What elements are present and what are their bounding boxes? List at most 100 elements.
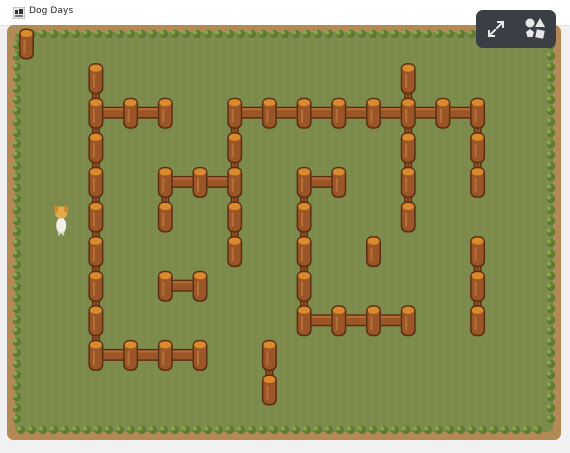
- bush-tuft: [12, 205, 22, 215]
- bush-tuft: [12, 282, 22, 292]
- fence-post: [88, 132, 104, 164]
- bush-tuft: [203, 425, 213, 435]
- fence-post: [88, 236, 104, 268]
- bush-tuft: [546, 403, 556, 413]
- bush-tuft: [12, 238, 22, 248]
- fence-post: [435, 97, 451, 129]
- bush-tuft: [27, 425, 37, 435]
- fence-post: [400, 132, 416, 164]
- fullscreen-button[interactable]: [481, 14, 511, 44]
- bush-tuft: [115, 29, 125, 39]
- bush-tuft: [546, 282, 556, 292]
- bush-tuft: [368, 29, 378, 39]
- bush-tuft: [12, 271, 22, 281]
- bush-tuft: [511, 425, 521, 435]
- bush-tuft: [368, 425, 378, 435]
- game-board[interactable]: [7, 25, 561, 440]
- fence-post: [157, 201, 173, 233]
- fence-post: [366, 305, 381, 337]
- bush-tuft: [12, 106, 22, 116]
- bush-tuft: [280, 29, 290, 39]
- fence-post: [157, 339, 173, 371]
- bush-tuft: [291, 29, 301, 39]
- bush-tuft: [104, 29, 114, 39]
- bush-tuft: [38, 29, 48, 39]
- bush-tuft: [269, 29, 279, 39]
- bush-tuft: [489, 425, 499, 435]
- bush-tuft: [203, 29, 213, 39]
- game-canvas[interactable]: [7, 25, 561, 440]
- bush-tuft: [214, 29, 224, 39]
- bush-tuft: [60, 425, 70, 435]
- fence-post: [331, 305, 347, 337]
- bush-tuft: [546, 304, 556, 314]
- bush-tuft: [148, 425, 158, 435]
- expand-arrows-icon: [487, 20, 505, 38]
- fence-post: [261, 374, 277, 406]
- bush-tuft: [12, 392, 22, 402]
- bush-tuft: [126, 425, 136, 435]
- bush-tuft: [546, 414, 556, 424]
- bush-tuft: [137, 29, 147, 39]
- bush-tuft: [546, 128, 556, 138]
- bush-tuft: [434, 425, 444, 435]
- fence-post: [331, 97, 347, 129]
- fence-post: [227, 132, 243, 164]
- bush-tuft: [12, 370, 22, 380]
- bush-tuft: [324, 29, 334, 39]
- fence-post: [366, 97, 381, 129]
- bush-tuft: [137, 425, 147, 435]
- fence-post: [192, 166, 208, 198]
- bush-tuft: [546, 62, 556, 72]
- bush-tuft: [423, 425, 433, 435]
- bush-tuft: [170, 29, 180, 39]
- bush-tuft: [115, 425, 125, 435]
- fence-post: [192, 270, 208, 302]
- fence-post: [296, 201, 312, 233]
- bush-tuft: [12, 293, 22, 303]
- bush-tuft: [71, 29, 81, 39]
- bush-tuft: [16, 425, 26, 435]
- bush-tuft: [12, 337, 22, 347]
- bush-tuft: [467, 425, 477, 435]
- bush-tuft: [12, 216, 22, 226]
- bush-tuft: [357, 29, 367, 39]
- bush-tuft: [258, 29, 268, 39]
- bush-tuft: [546, 381, 556, 391]
- bush-tuft: [546, 227, 556, 237]
- fence-post: [470, 132, 486, 164]
- bush-tuft: [269, 425, 279, 435]
- bush-tuft: [412, 425, 422, 435]
- bush-tuft: [546, 161, 556, 171]
- bush-tuft: [434, 29, 444, 39]
- shapes-button[interactable]: [520, 14, 550, 44]
- bush-tuft: [546, 139, 556, 149]
- bush-tuft: [467, 29, 477, 39]
- bush-tuft: [313, 29, 323, 39]
- bush-tuft: [12, 249, 22, 259]
- fence-post: [123, 339, 139, 371]
- bush-tuft: [313, 425, 323, 435]
- bush-tuft: [181, 29, 191, 39]
- fence-post: [296, 270, 312, 302]
- bush-tuft: [546, 183, 556, 193]
- bush-tuft: [390, 29, 400, 39]
- fence-post: [88, 97, 104, 129]
- fence-post: [400, 97, 416, 129]
- bush-tuft: [335, 425, 345, 435]
- bush-tuft: [546, 205, 556, 215]
- bush-tuft: [302, 425, 312, 435]
- bush-tuft: [546, 293, 556, 303]
- game-controls-overlay: [476, 10, 556, 48]
- fence-post: [331, 166, 347, 198]
- bush-tuft: [335, 29, 345, 39]
- bush-tuft: [401, 425, 411, 435]
- fence-post: [470, 166, 486, 198]
- fence-post: [227, 97, 243, 129]
- bush-tuft: [500, 425, 510, 435]
- fence-post: [88, 270, 104, 302]
- bush-tuft: [12, 183, 22, 193]
- bush-tuft: [60, 29, 70, 39]
- bush-tuft: [12, 95, 22, 105]
- bush-tuft: [546, 370, 556, 380]
